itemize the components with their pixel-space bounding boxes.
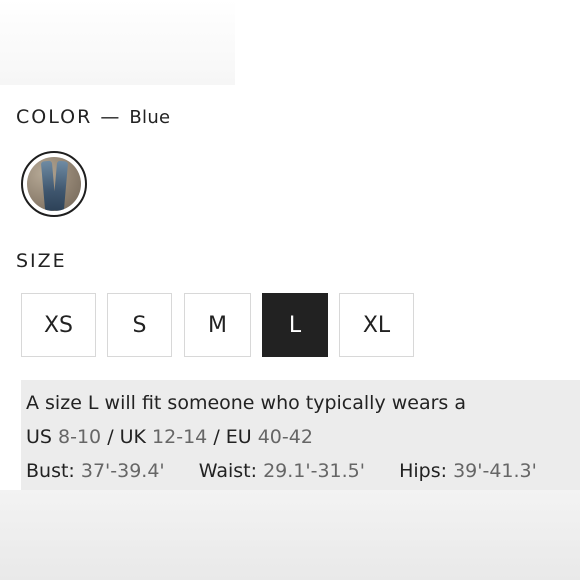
eu-label: / EU bbox=[213, 426, 252, 448]
fit-conversions: US 8-10 / UK 12-14 / EU 40-42 bbox=[26, 426, 313, 448]
us-value: 8-10 bbox=[58, 426, 102, 448]
bust-label: Bust: bbox=[26, 460, 75, 482]
us-label: US bbox=[26, 426, 52, 448]
waist-value: 29.1'-31.5' bbox=[263, 460, 365, 482]
size-option-s[interactable]: S bbox=[107, 293, 172, 357]
fit-intro: A size L will fit someone who typically … bbox=[26, 392, 467, 414]
swatch-thumbnail bbox=[27, 157, 81, 211]
size-label: SIZE bbox=[16, 250, 67, 272]
size-fit-panel: A size L will fit someone who typically … bbox=[21, 380, 580, 490]
waist-label: Waist: bbox=[198, 460, 258, 482]
size-option-xs[interactable]: XS bbox=[21, 293, 96, 357]
jeans-right-leg bbox=[52, 160, 69, 211]
fit-measurements: Bust: 37'-39.4' Waist: 29.1'-31.5' Hips:… bbox=[26, 460, 537, 482]
bottom-background bbox=[0, 490, 580, 580]
color-label-row: COLOR — Blue bbox=[16, 106, 170, 128]
color-value: Blue bbox=[129, 107, 171, 128]
hips-value: 39'-41.3' bbox=[453, 460, 537, 482]
size-option-l[interactable]: L bbox=[262, 293, 328, 357]
bust-value: 37'-39.4' bbox=[80, 460, 165, 482]
size-option-m[interactable]: M bbox=[184, 293, 251, 357]
color-separator: — bbox=[100, 106, 122, 128]
eu-value: 40-42 bbox=[257, 426, 313, 448]
color-swatch-blue[interactable] bbox=[21, 151, 87, 217]
size-option-xl[interactable]: XL bbox=[339, 293, 414, 357]
uk-value: 12-14 bbox=[152, 426, 208, 448]
uk-label: / UK bbox=[107, 426, 146, 448]
top-background bbox=[0, 0, 235, 85]
hips-label: Hips: bbox=[399, 460, 448, 482]
color-label: COLOR bbox=[16, 106, 93, 128]
